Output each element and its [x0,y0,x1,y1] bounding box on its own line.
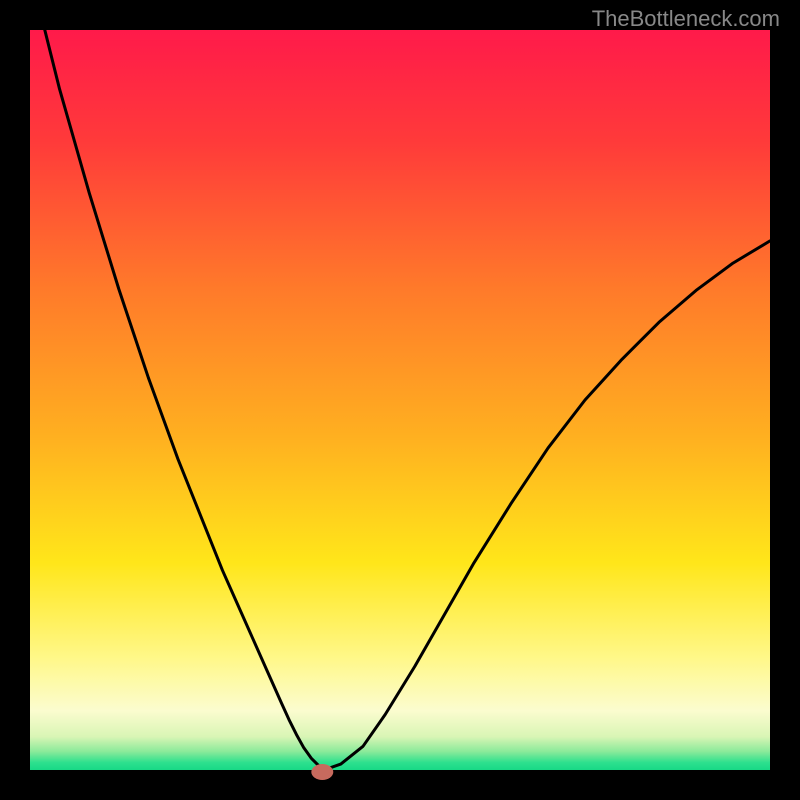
chart-container: { "watermark": "TheBottleneck.com", "cha… [0,0,800,800]
watermark-text: TheBottleneck.com [592,6,780,32]
bottleneck-chart [0,0,800,800]
